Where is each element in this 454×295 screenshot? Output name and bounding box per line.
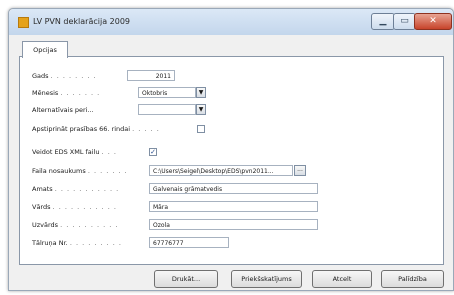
confirm-rule-checkbox[interactable] (197, 125, 205, 133)
year-field[interactable]: 2011 (127, 70, 175, 81)
create-xml-checkbox[interactable]: ✓ (149, 148, 157, 156)
position-label: Amats . . . . . . . . . . . (32, 185, 120, 193)
window-title: LV PVN deklarācija 2009 (33, 17, 131, 26)
surname-field[interactable]: Ozola (149, 219, 318, 230)
file-path-field[interactable]: C:\Users\Seigel\Desktop\EDS\pvn2011... (149, 165, 293, 176)
first-name-label: Vārds . . . . . . . . . . . (32, 203, 117, 211)
print-button[interactable]: Drukāt... (154, 270, 218, 288)
tab-options[interactable]: Opcijas (22, 41, 68, 58)
minimize-button[interactable]: ▁ (371, 13, 395, 30)
first-name-field[interactable]: Māra (149, 201, 318, 212)
options-panel: Gads . . . . . . . . 2011 Mēnesis . . . … (19, 56, 444, 265)
browse-button[interactable]: ... (294, 165, 306, 176)
alt-period-dropdown-icon[interactable]: ▼ (196, 104, 206, 115)
month-dropdown-icon[interactable]: ▼ (196, 87, 206, 98)
dialog-window: LV PVN deklarācija 2009 ▁ ▭ ✕ Opcijas Ga… (8, 8, 454, 291)
confirm-rule-label: Apstiprināt prasības 66. rindai . . . . … (32, 125, 160, 133)
surname-label: Uzvārds . . . . . . . . . . (32, 221, 119, 229)
month-label: Mēnesis . . . . . . . (32, 89, 101, 97)
cancel-button[interactable]: Atcelt (312, 270, 372, 288)
maximize-button[interactable]: ▭ (393, 13, 416, 30)
position-field[interactable]: Galvenais grāmatvedis (149, 183, 318, 194)
app-icon (18, 17, 29, 28)
phone-label: Tālruņa Nr. . . . . . . . . . (32, 239, 122, 247)
help-button[interactable]: Palīdzība (381, 270, 444, 288)
create-xml-label: Veidot EDS XML failu . . . (32, 148, 117, 156)
close-button[interactable]: ✕ (414, 13, 452, 30)
year-label: Gads . . . . . . . . (32, 72, 97, 80)
alt-period-label: Alternatīvais peri... (32, 106, 94, 114)
preview-button[interactable]: Priekšskatījums (231, 270, 302, 288)
file-name-label: Faila nosaukums . . . . . . . (32, 167, 128, 175)
title-bar: LV PVN deklarācija 2009 ▁ ▭ ✕ (9, 9, 453, 35)
alt-period-select[interactable] (138, 104, 196, 115)
phone-field[interactable]: 67776777 (149, 237, 229, 248)
month-select[interactable]: Oktobris (138, 87, 196, 98)
